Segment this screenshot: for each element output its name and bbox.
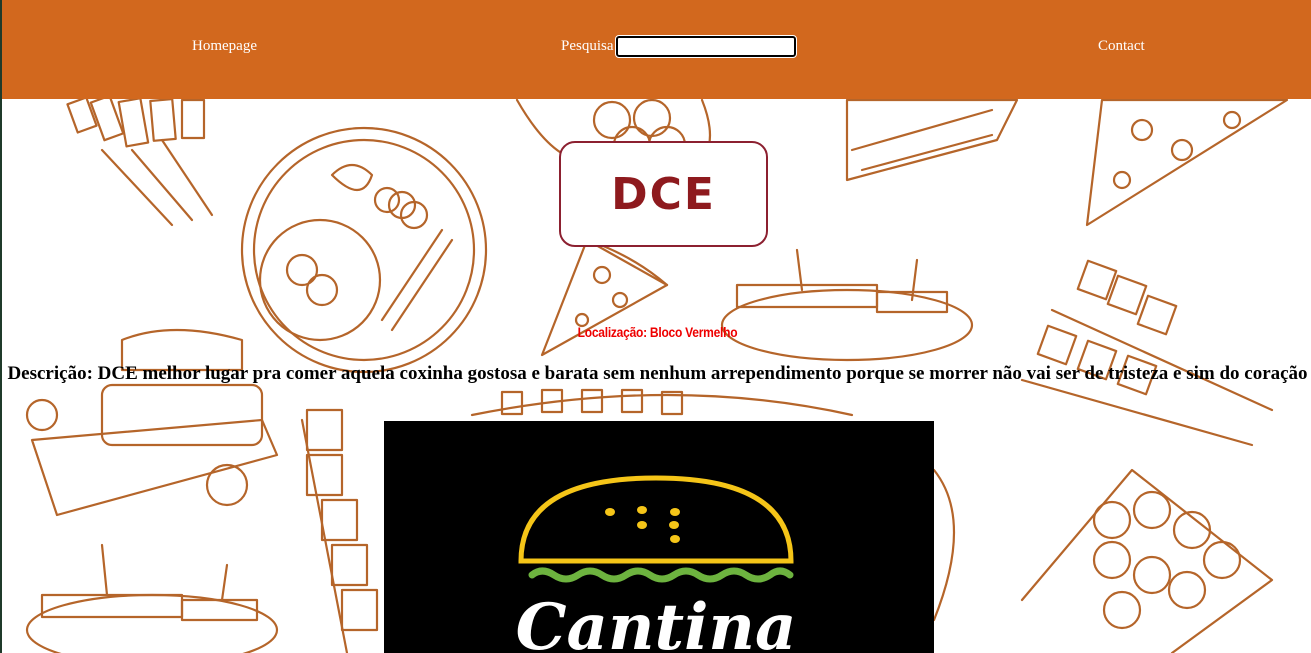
logo-text: DCE — [611, 168, 716, 220]
dumpling-doodle-bottom — [1020, 468, 1274, 653]
cantina-logo-image: Cantina — [384, 421, 934, 653]
nav-link-homepage[interactable]: Homepage — [192, 38, 257, 55]
lettuce-icon — [528, 567, 794, 583]
sandwich-doodle — [845, 98, 1019, 182]
bread-doodle — [25, 328, 279, 517]
sushi-doodle — [470, 388, 854, 417]
description-text: Descrição: DCE melhor lugar pra comer aq… — [7, 363, 1308, 384]
sandwich-doodle-center — [720, 248, 974, 362]
top-navbar: Homepage Pesquisa Contact — [2, 0, 1311, 99]
skewer-doodle-right — [1020, 259, 1274, 447]
location-text: Localização: Bloco Vermelho — [577, 324, 738, 340]
search-label: Pesquisa — [561, 38, 614, 54]
sesame-seeds-icon — [605, 506, 680, 543]
search-input[interactable] — [614, 35, 797, 58]
skewer-doodle — [66, 94, 214, 227]
sandwich-doodle-bottom — [25, 543, 279, 653]
bowl-doodle-right — [932, 468, 955, 622]
burger-bun-icon — [518, 475, 794, 564]
cantina-text: Cantina — [516, 590, 797, 653]
skewer-doodle-bottom — [300, 408, 379, 653]
nav-search: Pesquisa — [561, 35, 797, 58]
dce-logo: DCE — [559, 141, 768, 247]
page: Homepage Pesquisa Contact DCE Localizaçã… — [0, 0, 1311, 653]
pizza-doodle — [1085, 98, 1289, 227]
nav-link-contact[interactable]: Contact — [1098, 38, 1145, 55]
